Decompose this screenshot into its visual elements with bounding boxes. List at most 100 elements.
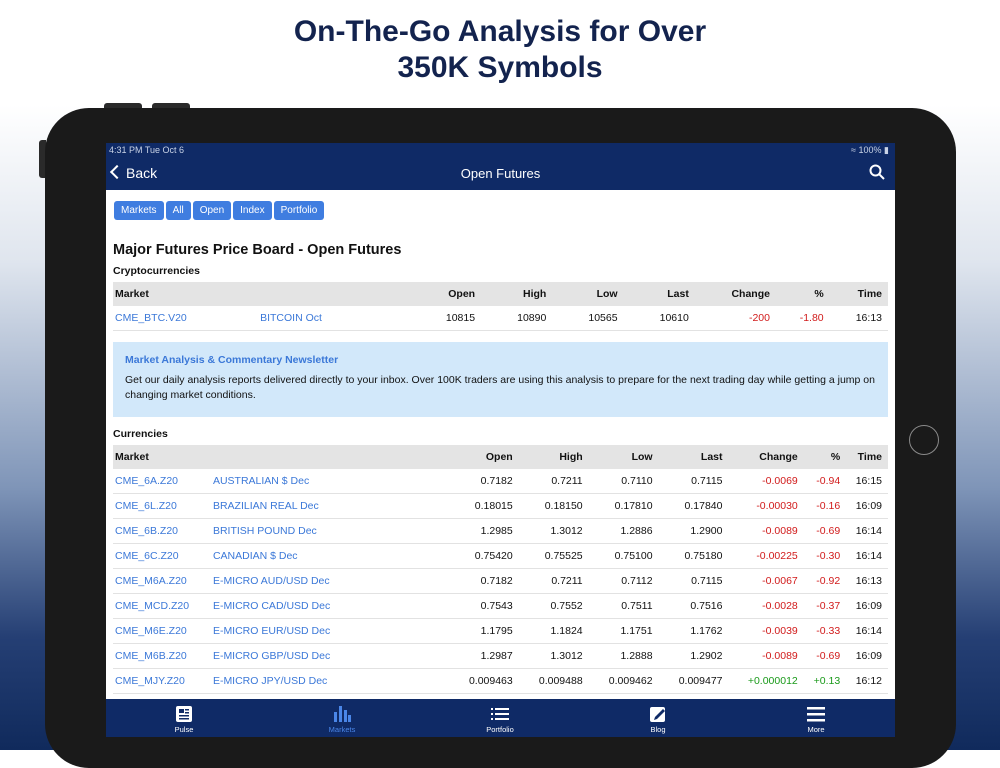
table-row[interactable]: CME_6L.Z20 BRAZILIAN REAL Dec 0.18015 0.181… bbox=[113, 493, 888, 519]
last-cell: 0.75180 bbox=[658, 543, 729, 569]
wifi-icon: ≈ bbox=[851, 145, 856, 155]
contract-name-link[interactable]: E-MICRO JPY/USD Dec bbox=[210, 668, 442, 694]
contract-name-link[interactable]: BITCOIN Oct bbox=[258, 306, 402, 331]
low-cell: 0.7511 bbox=[588, 593, 659, 619]
time-cell: 16:09 bbox=[846, 493, 888, 519]
open-cell: 0.75420 bbox=[441, 543, 519, 569]
symbol-link[interactable]: CME_M6A.Z20 bbox=[113, 568, 211, 594]
filter-index-button[interactable]: Index bbox=[233, 201, 272, 220]
table-row[interactable]: CME_6C.Z20 CANADIAN $ Dec 0.75420 0.75525 0.… bbox=[113, 543, 888, 569]
open-cell: 0.7543 bbox=[441, 593, 519, 619]
low-cell: 1.2886 bbox=[588, 518, 659, 544]
symbol-link[interactable]: CME_MJY.Z20 bbox=[113, 668, 211, 694]
tab-label: More bbox=[807, 725, 825, 734]
contract-name-link[interactable]: E-MICRO CAD/USD Dec bbox=[210, 593, 442, 619]
column-header[interactable]: Time bbox=[829, 282, 888, 306]
column-header[interactable]: Last bbox=[658, 445, 729, 469]
percent-cell: -0.94 bbox=[803, 469, 847, 494]
symbol-link[interactable]: CME_M6B.Z20 bbox=[113, 643, 211, 669]
table-row[interactable]: CME_M6A.Z20 E-MICRO AUD/USD Dec 0.7182 0.72… bbox=[113, 568, 888, 594]
column-header[interactable]: Time bbox=[846, 445, 888, 469]
tab-pulse[interactable]: Pulse bbox=[144, 703, 224, 734]
low-cell: 0.75100 bbox=[588, 543, 659, 569]
column-header[interactable]: High bbox=[518, 445, 589, 469]
high-cell: 0.7211 bbox=[518, 469, 589, 494]
column-header[interactable]: % bbox=[775, 282, 830, 306]
symbol-link[interactable]: CME_BTC.V20 bbox=[113, 306, 259, 331]
column-header[interactable] bbox=[258, 282, 402, 306]
column-header[interactable]: Low bbox=[588, 445, 659, 469]
column-header[interactable]: Open bbox=[441, 445, 519, 469]
symbol-link[interactable]: CME_6C.Z20 bbox=[113, 543, 211, 569]
symbol-link[interactable]: CME_6L.Z20 bbox=[113, 493, 211, 519]
percent-cell: -0.69 bbox=[803, 518, 847, 544]
table-row[interactable]: CME_BTC.V20 BITCOIN Oct 10815 10890 10565 106… bbox=[113, 306, 888, 331]
time-cell: 16:14 bbox=[846, 618, 888, 644]
filter-markets-button[interactable]: Markets bbox=[114, 201, 164, 220]
contract-name-link[interactable]: CANADIAN $ Dec bbox=[210, 543, 442, 569]
column-header[interactable]: Low bbox=[552, 282, 624, 306]
contract-name-link[interactable]: E-MICRO GBP/USD Dec bbox=[210, 643, 442, 669]
column-header[interactable] bbox=[210, 445, 442, 469]
contract-name-link[interactable]: BRITISH POUND Dec bbox=[210, 518, 442, 544]
column-header[interactable]: Change bbox=[694, 282, 776, 306]
table-row[interactable]: CME_MJY.Z20 E-MICRO JPY/USD Dec 0.009463 0.… bbox=[113, 668, 888, 694]
open-cell: 1.2985 bbox=[441, 518, 519, 544]
contract-name-link[interactable]: BRAZILIAN REAL Dec bbox=[210, 493, 442, 519]
time-cell: 16:15 bbox=[846, 469, 888, 494]
search-icon[interactable] bbox=[869, 164, 885, 180]
high-cell: 0.18150 bbox=[518, 493, 589, 519]
contract-name-link[interactable]: E-MICRO AUD/USD Dec bbox=[210, 568, 442, 594]
column-header[interactable]: Market bbox=[113, 445, 211, 469]
home-button[interactable] bbox=[909, 425, 939, 455]
tab-portfolio[interactable]: Portfolio bbox=[460, 703, 540, 734]
column-header[interactable]: Last bbox=[623, 282, 695, 306]
newsletter-banner[interactable]: Market Analysis & Commentary Newsletter … bbox=[113, 342, 888, 417]
currencies-section-title: Currencies bbox=[113, 428, 168, 440]
status-right: ≈ 100% ▮ bbox=[851, 143, 889, 157]
symbol-link[interactable]: CME_MCD.Z20 bbox=[113, 593, 211, 619]
list-icon bbox=[460, 703, 540, 725]
newsletter-title[interactable]: Market Analysis & Commentary Newsletter bbox=[125, 354, 338, 366]
tab-label: Portfolio bbox=[486, 725, 514, 734]
time-cell: 16:09 bbox=[846, 643, 888, 669]
navigation-bar: Back Open Futures bbox=[106, 157, 895, 190]
status-bar: 4:31 PM Tue Oct 6 ≈ 100% ▮ bbox=[106, 143, 895, 157]
contract-name-link[interactable]: E-MICRO EUR/USD Dec bbox=[210, 618, 442, 644]
column-header[interactable]: Open bbox=[401, 282, 482, 306]
filter-all-button[interactable]: All bbox=[165, 201, 191, 220]
table-row[interactable]: CME_6A.Z20 AUSTRALIAN $ Dec 0.7182 0.7211 0.… bbox=[113, 469, 888, 494]
high-cell: 1.3012 bbox=[518, 518, 589, 544]
tab-label: Pulse bbox=[174, 725, 194, 734]
table-row[interactable]: CME_6B.Z20 BRITISH POUND Dec 1.2985 1.3012 1… bbox=[113, 518, 888, 544]
table-row[interactable]: CME_MCD.Z20 E-MICRO CAD/USD Dec 0.7543 0.75… bbox=[113, 593, 888, 619]
last-cell: 1.2900 bbox=[658, 518, 729, 544]
open-cell: 0.009463 bbox=[441, 668, 519, 694]
contract-name-link[interactable]: AUSTRALIAN $ Dec bbox=[210, 469, 442, 494]
change-cell: -0.0069 bbox=[728, 469, 804, 494]
change-cell: -0.00030 bbox=[728, 493, 804, 519]
menu-icon bbox=[776, 703, 856, 725]
change-cell: -0.00225 bbox=[728, 543, 804, 569]
symbol-link[interactable]: CME_6A.Z20 bbox=[113, 469, 211, 494]
filter-open-button[interactable]: Open bbox=[192, 201, 232, 220]
table-row[interactable]: CME_M6E.Z20 E-MICRO EUR/USD Dec 1.1795 1.18… bbox=[113, 618, 888, 644]
open-cell: 10815 bbox=[401, 306, 482, 331]
tab-more[interactable]: More bbox=[776, 703, 856, 734]
last-cell: 0.7115 bbox=[658, 568, 729, 594]
percent-cell: -0.30 bbox=[803, 543, 847, 569]
filter-portfolio-button[interactable]: Portfolio bbox=[273, 201, 325, 220]
change-cell: -0.0089 bbox=[728, 643, 804, 669]
low-cell: 10565 bbox=[552, 306, 624, 331]
column-header[interactable]: High bbox=[481, 282, 553, 306]
symbol-link[interactable]: CME_6B.Z20 bbox=[113, 518, 211, 544]
table-row[interactable]: CME_M6B.Z20 E-MICRO GBP/USD Dec 1.2987 1.30… bbox=[113, 643, 888, 669]
column-header[interactable]: % bbox=[803, 445, 847, 469]
tab-markets[interactable]: Markets bbox=[302, 703, 382, 734]
percent-cell: -0.69 bbox=[803, 643, 847, 669]
tab-blog[interactable]: Blog bbox=[618, 703, 698, 734]
column-header[interactable]: Market bbox=[113, 282, 259, 306]
edit-icon bbox=[618, 703, 698, 725]
column-header[interactable]: Change bbox=[728, 445, 804, 469]
symbol-link[interactable]: CME_M6E.Z20 bbox=[113, 618, 211, 644]
